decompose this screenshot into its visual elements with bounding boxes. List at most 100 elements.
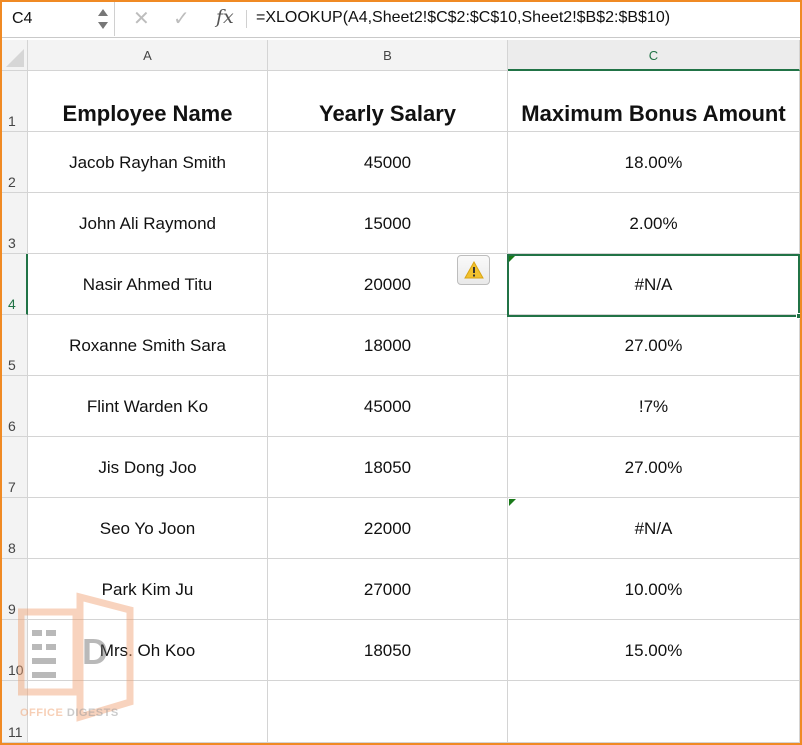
cell-a4[interactable]: Nasir Ahmed Titu <box>28 254 268 315</box>
cell-b10[interactable]: 18050 <box>268 620 508 681</box>
cell-a9[interactable]: Park Kim Ju <box>28 559 268 620</box>
cell-text: John Ali Raymond <box>78 214 217 233</box>
cell-text: Maximum Bonus Amount <box>521 101 786 126</box>
cell-c7[interactable]: 27.00% <box>508 437 800 498</box>
cell-b7[interactable]: 18050 <box>268 437 508 498</box>
formula-input[interactable]: =XLOOKUP(A4,Sheet2!$C$2:$C$10,Sheet2!$B$… <box>256 9 670 27</box>
row-header-7[interactable]: 7 <box>2 437 28 498</box>
warning-triangle-icon <box>463 261 484 279</box>
row-number: 10 <box>8 662 24 678</box>
cell-text: Jis Dong Joo <box>98 458 197 477</box>
cell-text: Seo Yo Joon <box>99 519 196 538</box>
cancel-icon[interactable]: ✕ <box>133 6 150 31</box>
row-number: 5 <box>8 357 16 373</box>
row-number: 11 <box>8 724 23 740</box>
fill-handle[interactable] <box>796 313 802 319</box>
row-header-3[interactable]: 3 <box>2 193 28 254</box>
cell-b6[interactable]: 45000 <box>268 376 508 437</box>
header-cell-b[interactable]: Yearly Salary <box>268 71 508 132</box>
cell-a7[interactable]: Jis Dong Joo <box>28 437 268 498</box>
cell-a5[interactable]: Roxanne Smith Sara <box>28 315 268 376</box>
cell-text: Park Kim Ju <box>101 580 194 599</box>
cell-b5[interactable]: 18000 <box>268 315 508 376</box>
cell-c10[interactable]: 15.00% <box>508 620 800 681</box>
cell-text: 15.00% <box>624 641 683 660</box>
cell-text: 18000 <box>363 336 412 355</box>
error-warning-button[interactable] <box>457 255 490 285</box>
name-box-value: C4 <box>12 10 33 27</box>
cell-a10[interactable]: Mrs. Oh Koo <box>28 620 268 681</box>
row-header-10[interactable]: 10 <box>2 620 28 681</box>
cell-c5[interactable]: 27.00% <box>508 315 800 376</box>
select-all-button[interactable] <box>2 40 28 71</box>
cell-c8[interactable]: #N/A <box>508 498 800 559</box>
cell-text: 10.00% <box>624 580 683 599</box>
cell-text: #N/A <box>634 519 673 538</box>
formula-separator <box>246 10 247 28</box>
watermark-text: OFFICE DIGESTS <box>20 707 119 719</box>
row-number: 6 <box>8 418 16 434</box>
cell-text: 27.00% <box>624 336 683 355</box>
cell-text: Employee Name <box>62 101 233 126</box>
cell-b3[interactable]: 15000 <box>268 193 508 254</box>
cell-c9[interactable]: 10.00% <box>508 559 800 620</box>
cell-b9[interactable]: 27000 <box>268 559 508 620</box>
name-box-spinner[interactable] <box>98 9 110 31</box>
row-number: 1 <box>8 113 16 129</box>
row-header-6[interactable]: 6 <box>2 376 28 437</box>
cell-text: Jacob Rayhan Smith <box>69 153 226 172</box>
cell-text: 18050 <box>363 641 412 660</box>
cell-text: 2.00% <box>629 214 678 233</box>
cell-b8[interactable]: 22000 <box>268 498 508 559</box>
cell-b2[interactable]: 45000 <box>268 132 508 193</box>
cell-text: Nasir Ahmed Titu <box>82 275 213 294</box>
row-number: 8 <box>8 540 16 556</box>
cell-text: 15000 <box>363 214 412 233</box>
row-header-1[interactable]: 1 <box>2 71 28 132</box>
cell-c6[interactable]: !7% <box>508 376 800 437</box>
column-header-b[interactable]: B <box>268 40 508 71</box>
row-header-2[interactable]: 2 <box>2 132 28 193</box>
name-box[interactable]: C4 <box>2 2 115 36</box>
row-number: 7 <box>8 479 16 495</box>
cell-text: 45000 <box>363 397 412 416</box>
row-number: 3 <box>8 235 16 251</box>
cell-c2[interactable]: 18.00% <box>508 132 800 193</box>
cell-a2[interactable]: Jacob Rayhan Smith <box>28 132 268 193</box>
cell-c11[interactable] <box>508 681 800 743</box>
cell-c3[interactable]: 2.00% <box>508 193 800 254</box>
cell-b11[interactable] <box>268 681 508 743</box>
row-header-4[interactable]: 4 <box>2 254 28 315</box>
error-indicator-icon <box>509 499 516 506</box>
header-cell-a[interactable]: Employee Name <box>28 71 268 132</box>
cell-text: Mrs. Oh Koo <box>99 641 196 660</box>
cell-text: 22000 <box>363 519 412 538</box>
row-number: 4 <box>8 296 16 312</box>
column-header-c[interactable]: C <box>508 40 800 71</box>
cell-text: 27.00% <box>624 458 683 477</box>
row-number: 9 <box>8 601 16 617</box>
cell-text: 45000 <box>363 153 412 172</box>
cell-text: Yearly Salary <box>318 101 456 126</box>
cell-a8[interactable]: Seo Yo Joon <box>28 498 268 559</box>
formula-bar: C4 ✕ ✓ fx =XLOOKUP(A4,Sheet2!$C$2:$C$10,… <box>0 0 802 38</box>
spinner-down-icon[interactable] <box>98 22 108 29</box>
check-icon[interactable]: ✓ <box>173 6 190 31</box>
cell-text: 18050 <box>363 458 412 477</box>
row-header-5[interactable]: 5 <box>2 315 28 376</box>
cell-text: 27000 <box>363 580 412 599</box>
cell-a3[interactable]: John Ali Raymond <box>28 193 268 254</box>
active-cell-border <box>507 254 802 319</box>
row-header-9[interactable]: 9 <box>2 559 28 620</box>
cell-a6[interactable]: Flint Warden Ko <box>28 376 268 437</box>
insert-function-icon[interactable]: fx <box>216 6 234 28</box>
spinner-up-icon[interactable] <box>98 9 108 16</box>
select-all-icon <box>6 49 24 67</box>
cell-text: 20000 <box>363 275 412 294</box>
cell-text: Roxanne Smith Sara <box>69 336 226 355</box>
cell-text: Flint Warden Ko <box>86 397 209 416</box>
column-header-a[interactable]: A <box>28 40 268 71</box>
cell-text: !7% <box>638 397 669 416</box>
header-cell-c[interactable]: Maximum Bonus Amount <box>508 71 800 132</box>
row-header-8[interactable]: 8 <box>2 498 28 559</box>
